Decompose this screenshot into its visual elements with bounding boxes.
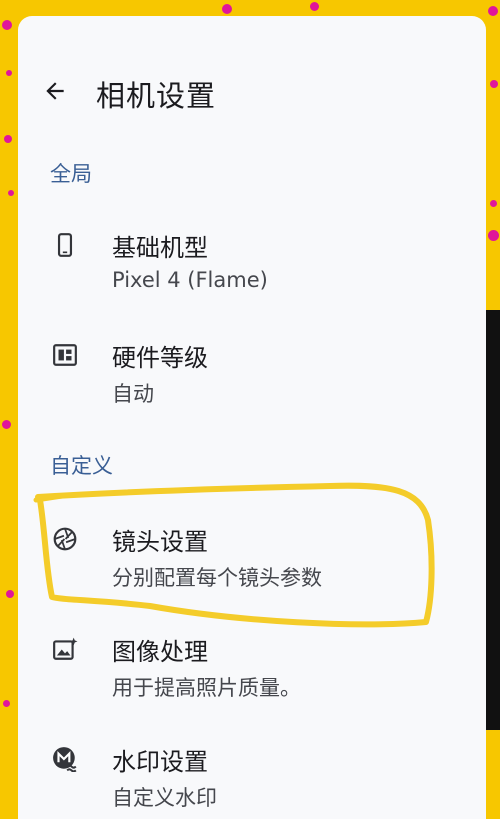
setting-item-lens-settings[interactable]: 镜头设置 分别配置每个镜头参数: [18, 522, 486, 612]
setting-item-base-model[interactable]: 基础机型 Pixel 4 (Flame): [18, 228, 486, 318]
app-bar: 相机设置: [18, 66, 486, 122]
back-button[interactable]: [40, 76, 70, 106]
smartphone-icon: [57, 233, 73, 257]
settings-screen: 相机设置 全局 基础机型 Pixel 4 (Flame) 硬件等级 自动 自定义…: [18, 16, 486, 819]
setting-value: 分别配置每个镜头参数: [112, 566, 322, 590]
setting-title: 水印设置: [112, 748, 208, 776]
setting-title: 图像处理: [112, 638, 208, 666]
setting-title: 镜头设置: [112, 528, 208, 556]
setting-value: 用于提高照片质量。: [112, 676, 301, 700]
setting-item-image-processing[interactable]: 图像处理 用于提高照片质量。: [18, 632, 486, 722]
section-header-global: 全局: [50, 162, 92, 186]
setting-item-watermark[interactable]: 水印设置 自定义水印: [18, 742, 486, 819]
chip-icon: [53, 344, 77, 366]
camera-aperture-icon: [53, 527, 77, 551]
image-sparkle-icon: [53, 637, 78, 660]
arrow-left-icon: [46, 82, 64, 100]
setting-title: 基础机型: [112, 234, 208, 262]
page-title: 相机设置: [96, 79, 217, 113]
setting-title: 硬件等级: [112, 344, 208, 372]
watermark-icon: [53, 747, 77, 772]
device-edge: [484, 310, 500, 730]
setting-item-hardware-level[interactable]: 硬件等级 自动: [18, 338, 486, 428]
section-header-custom: 自定义: [50, 454, 113, 478]
setting-value: Pixel 4 (Flame): [112, 268, 268, 292]
setting-value: 自定义水印: [112, 786, 217, 810]
setting-value: 自动: [112, 382, 154, 406]
